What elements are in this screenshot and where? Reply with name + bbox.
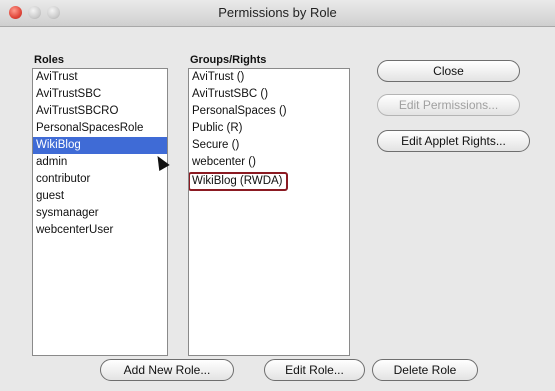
role-list-item[interactable]: AviTrustSBC	[33, 86, 167, 103]
edit-applet-rights-button[interactable]: Edit Applet Rights...	[377, 130, 530, 152]
role-list-item[interactable]: guest	[33, 188, 167, 205]
groups-rights-items: AviTrust () AviTrustSBC () PersonalSpaces …	[189, 69, 349, 191]
group-right-list-item[interactable]: Secure ()	[189, 137, 349, 154]
edit-role-button[interactable]: Edit Role...	[264, 359, 365, 381]
roles-label: Roles	[34, 54, 64, 66]
roles-items: AviTrust AviTrustSBC AviTrustSBCRO Personal…	[33, 69, 167, 239]
window-title: Permissions by Role	[218, 5, 337, 20]
add-new-role-button[interactable]: Add New Role...	[100, 359, 234, 381]
title-bar: Permissions by Role	[0, 0, 555, 27]
close-button[interactable]: Close	[377, 60, 520, 82]
groups-rights-list[interactable]: AviTrust () AviTrustSBC () PersonalSpaces …	[188, 68, 350, 356]
role-list-item[interactable]: WikiBlog	[33, 137, 167, 154]
group-right-list-item[interactable]: PersonalSpaces ()	[189, 103, 349, 120]
group-right-list-item[interactable]: WikiBlog (RWDA)	[189, 172, 288, 191]
group-right-list-item[interactable]: AviTrust ()	[189, 69, 349, 86]
role-list-item[interactable]: contributor	[33, 171, 167, 188]
delete-role-button[interactable]: Delete Role	[372, 359, 478, 381]
group-right-list-item[interactable]: AviTrustSBC ()	[189, 86, 349, 103]
permissions-window: Permissions by Role Roles AviTrust AviTru…	[0, 0, 555, 391]
role-list-item[interactable]: admin	[33, 154, 167, 171]
groups-rights-label: Groups/Rights	[190, 54, 267, 66]
role-list-item[interactable]: AviTrustSBCRO	[33, 103, 167, 120]
role-list-item[interactable]: PersonalSpacesRole	[33, 120, 167, 137]
edit-permissions-button[interactable]: Edit Permissions...	[377, 94, 520, 116]
role-list-item[interactable]: AviTrust	[33, 69, 167, 86]
role-list-item[interactable]: sysmanager	[33, 205, 167, 222]
roles-list[interactable]: AviTrust AviTrustSBC AviTrustSBCRO Personal…	[32, 68, 168, 356]
role-list-item[interactable]: webcenterUser	[33, 222, 167, 239]
group-right-list-item[interactable]: webcenter ()	[189, 154, 349, 171]
group-right-list-item[interactable]: Public (R)	[189, 120, 349, 137]
